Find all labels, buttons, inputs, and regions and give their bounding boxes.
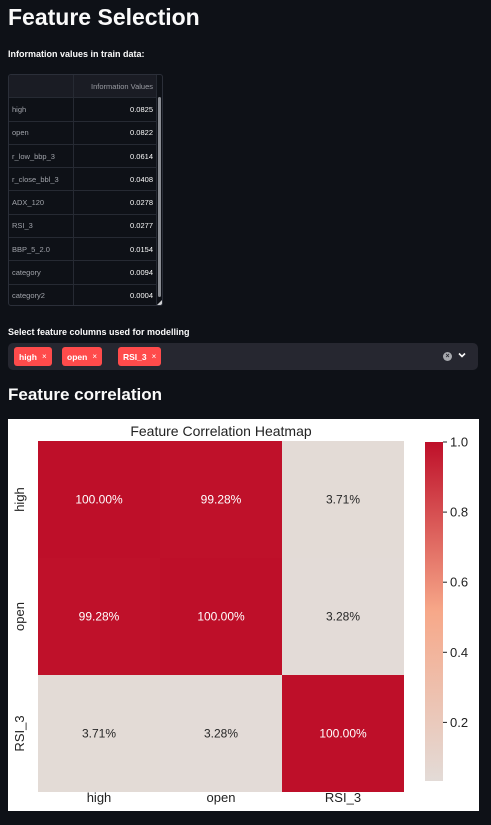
row-index-cell[interactable]: RSI_3 [9, 214, 74, 239]
table-resize-handle[interactable] [157, 300, 162, 305]
information-value-cell[interactable]: 0.0004 [73, 284, 157, 305]
heatmap-annotation: 100.00% [75, 493, 123, 507]
table-row[interactable]: open 0.0822 [9, 121, 157, 145]
x-tick-label: high [87, 790, 112, 805]
clear-icon[interactable]: × [443, 352, 452, 361]
table-scrollbar[interactable] [158, 97, 161, 297]
information-values-table[interactable]: Information Values high 0.0825 open 0.0822 r… [8, 74, 163, 306]
heatmap-svg: Feature Correlation Heatmap 100.00% 99.28%… [12, 423, 468, 805]
y-tick-label: open [12, 602, 27, 631]
table-row[interactable]: category 0.0094 [9, 260, 157, 285]
x-tick-label: RSI_3 [325, 790, 361, 805]
heatmap-annotation: 3.71% [82, 727, 116, 741]
colorbar-tick-label: 0.6 [450, 575, 468, 590]
selected-chip-rsi_3[interactable]: RSI_3 × [118, 347, 162, 366]
feature-correlation-header: Feature correlation [8, 385, 162, 404]
chip-label: RSI_3 [123, 351, 147, 362]
correlation-heatmap-figure: Feature Correlation Heatmap 100.00% 99.28%… [8, 419, 479, 811]
row-index-cell[interactable]: category2 [9, 284, 74, 305]
table-row[interactable]: BBP_5_2.0 0.0154 [9, 237, 157, 262]
heatmap-annotation: 3.71% [326, 493, 360, 507]
information-value-cell[interactable]: 0.0278 [73, 190, 157, 215]
row-index-cell[interactable]: r_low_bbp_3 [9, 144, 74, 169]
table-row[interactable]: ADX_120 0.0278 [9, 190, 157, 215]
colorbar [425, 442, 443, 781]
table-header-row: Information Values [9, 75, 157, 99]
table-row[interactable]: high 0.0825 [9, 97, 157, 122]
x-tick-label: open [207, 790, 236, 805]
information-value-cell[interactable]: 0.0822 [73, 121, 157, 145]
information-value-cell[interactable]: 0.0408 [73, 167, 157, 192]
information-value-cell[interactable]: 0.0614 [73, 144, 157, 169]
heatmap-annotation: 100.00% [197, 610, 245, 624]
row-index-cell[interactable]: BBP_5_2.0 [9, 237, 74, 262]
colorbar-tick-label: 0.8 [450, 505, 468, 520]
y-tick-label: RSI_3 [12, 715, 27, 751]
table-row[interactable]: r_close_bbl_3 0.0408 [9, 167, 157, 192]
row-index-cell[interactable]: r_close_bbl_3 [9, 167, 74, 192]
chip-remove-icon[interactable]: × [152, 352, 157, 361]
row-index-cell[interactable]: category [9, 260, 74, 285]
heatmap-annotation: 3.28% [204, 727, 238, 741]
row-index-cell[interactable]: open [9, 121, 74, 145]
heatmap-title: Feature Correlation Heatmap [130, 423, 312, 439]
information-value-cell[interactable]: 0.0277 [73, 214, 157, 239]
chevron-down-icon[interactable] [457, 350, 467, 360]
info-values-label: Information values in train data: [8, 49, 145, 59]
row-index-cell[interactable]: ADX_120 [9, 190, 74, 215]
y-tick-label: high [12, 487, 27, 512]
streamlit-page: Feature Selection Information values in … [0, 0, 491, 825]
heatmap-annotation: 99.28% [79, 610, 120, 624]
information-value-cell[interactable]: 0.0825 [73, 97, 157, 122]
chip-remove-icon[interactable]: × [92, 352, 97, 361]
chip-label: open [67, 351, 88, 362]
chip-remove-icon[interactable]: × [42, 352, 47, 361]
page-title: Feature Selection [8, 4, 200, 30]
table-row[interactable]: RSI_3 0.0277 [9, 214, 157, 239]
feature-multiselect[interactable]: × high × open × RSI_3 × [8, 343, 478, 370]
selected-chip-open[interactable]: open × [62, 347, 102, 366]
index-header[interactable] [9, 75, 74, 99]
chip-label: high [19, 351, 37, 362]
information-value-cell[interactable]: 0.0154 [73, 237, 157, 262]
feature-select-label: Select feature columns used for modellin… [8, 327, 190, 337]
column-header-information-values[interactable]: Information Values [73, 75, 157, 99]
heatmap-annotation: 3.28% [326, 610, 360, 624]
table-row[interactable]: category2 0.0004 [9, 284, 157, 305]
colorbar-tick-label: 1.0 [450, 435, 468, 450]
information-value-cell[interactable]: 0.0094 [73, 260, 157, 285]
row-index-cell[interactable]: high [9, 97, 74, 122]
selected-chip-high[interactable]: high × [14, 347, 52, 366]
table-row[interactable]: r_low_bbp_3 0.0614 [9, 144, 157, 169]
heatmap-annotation: 100.00% [319, 727, 367, 741]
colorbar-tick-label: 0.4 [450, 645, 468, 660]
heatmap-annotation: 99.28% [201, 493, 242, 507]
colorbar-tick-label: 0.2 [450, 715, 468, 730]
